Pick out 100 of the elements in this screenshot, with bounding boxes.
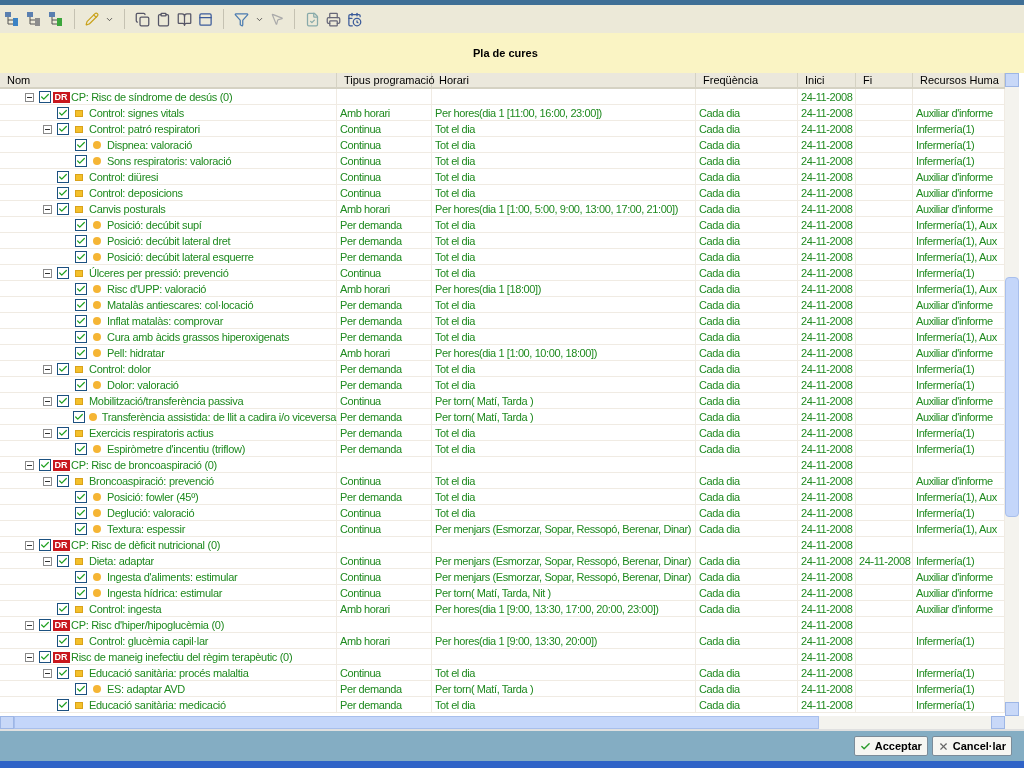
collapse-icon[interactable] <box>25 620 34 630</box>
checkbox[interactable] <box>39 619 51 631</box>
collapse-icon[interactable] <box>43 428 52 438</box>
checkbox[interactable] <box>75 571 87 583</box>
checkbox[interactable] <box>75 491 87 503</box>
tree-item-label[interactable]: ES: adaptar AVD <box>107 681 185 697</box>
collapse-icon[interactable] <box>43 124 52 134</box>
tree-item-label[interactable]: Transferència assistida: de llit a cadira i/o viceversa <box>101 409 336 425</box>
tree-item-label[interactable]: Educació sanitària: procés malaltia <box>89 665 249 681</box>
checkbox[interactable] <box>57 171 69 183</box>
checkbox[interactable] <box>57 667 69 679</box>
column-header[interactable]: Nom <box>0 73 337 88</box>
tree-item-label[interactable]: Posició: fowler (45º) <box>107 489 199 505</box>
accept-button[interactable]: Acceptar <box>853 736 928 756</box>
checkbox[interactable] <box>57 603 69 615</box>
filter-icon[interactable] <box>234 11 249 27</box>
collapse-icon[interactable] <box>25 92 34 102</box>
tree-item-label[interactable]: CP: Risc de síndrome de desús (0) <box>71 89 233 105</box>
checkbox[interactable] <box>75 587 87 599</box>
tree-item-label[interactable]: Textura: espessir <box>107 521 186 537</box>
tree-item-label[interactable]: Control: dolor <box>89 361 151 377</box>
collapse-icon[interactable] <box>43 668 52 678</box>
checkbox[interactable] <box>75 315 87 327</box>
checkbox[interactable] <box>57 427 69 439</box>
tree-item-label[interactable]: CP: Risc de broncoaspiració (0) <box>71 457 217 473</box>
vertical-scrollbar[interactable] <box>1005 73 1019 716</box>
collapse-icon[interactable] <box>43 476 52 486</box>
tree-icon[interactable] <box>26 11 42 27</box>
checkbox[interactable] <box>75 299 87 311</box>
checkbox[interactable] <box>57 107 69 119</box>
column-header[interactable]: Tipus programació <box>337 73 432 88</box>
tree-item-label[interactable]: Matalàs antiescares: col·locació <box>107 297 254 313</box>
checkbox[interactable] <box>75 139 87 151</box>
checkbox[interactable] <box>75 331 87 343</box>
cancel-button[interactable]: Cancel·lar <box>931 736 1012 756</box>
checkbox[interactable] <box>39 459 51 471</box>
checkbox[interactable] <box>75 283 87 295</box>
tree-item-label[interactable]: Inflat matalàs: comprovar <box>107 313 223 329</box>
checkbox[interactable] <box>75 155 87 167</box>
tree-item-label[interactable]: Sons respiratoris: valoració <box>107 153 232 169</box>
column-header[interactable]: Fi <box>856 73 913 88</box>
collapse-icon[interactable] <box>43 396 52 406</box>
tree-item-label[interactable]: Broncoaspiració: prevenció <box>89 473 214 489</box>
tree-item-label[interactable]: Espiròmetre d'incentiu (triflow) <box>107 441 245 457</box>
tree-item-label[interactable]: Posició: decúbit lateral esquerre <box>107 249 254 265</box>
checkbox[interactable] <box>57 475 69 487</box>
checkbox[interactable] <box>57 267 69 279</box>
checkbox[interactable] <box>57 123 69 135</box>
window-icon[interactable] <box>198 11 213 27</box>
checkbox[interactable] <box>39 651 51 663</box>
checkbox[interactable] <box>75 523 87 535</box>
collapse-icon[interactable] <box>43 204 52 214</box>
checkbox[interactable] <box>75 219 87 231</box>
checkbox[interactable] <box>75 507 87 519</box>
tree-item-label[interactable]: Risc de maneig inefectiu del règim terapèutic (0) <box>71 649 293 665</box>
tree-item-label[interactable]: Dolor: valoració <box>107 377 179 393</box>
collapse-icon[interactable] <box>43 556 52 566</box>
checkbox[interactable] <box>75 235 87 247</box>
tree-item-label[interactable]: Control: glucèmia capil·lar <box>89 633 209 649</box>
collapse-icon[interactable] <box>43 268 52 278</box>
tree-item-label[interactable]: Ingesta d'aliments: estimular <box>107 569 238 585</box>
tree-item-label[interactable]: Posició: decúbit supí <box>107 217 202 233</box>
tree-item-label[interactable]: CP: Risc de dèficit nutricional (0) <box>71 537 221 553</box>
tree-item-label[interactable]: Control: deposicions <box>89 185 183 201</box>
checkbox[interactable] <box>75 683 87 695</box>
checkbox[interactable] <box>57 203 69 215</box>
collapse-icon[interactable] <box>43 364 52 374</box>
checkbox[interactable] <box>39 91 51 103</box>
tree-item-label[interactable]: Control: diüresi <box>89 169 159 185</box>
checkbox[interactable] <box>75 379 87 391</box>
tree-item-label[interactable]: Pell: hidratar <box>107 345 165 361</box>
checkbox[interactable] <box>57 699 69 711</box>
calendar-icon[interactable] <box>347 11 362 27</box>
tree-icon[interactable] <box>48 11 64 27</box>
checkbox[interactable] <box>57 635 69 647</box>
tree-item-label[interactable]: Control: patró respiratori <box>89 121 200 137</box>
checkbox[interactable] <box>57 187 69 199</box>
tree-item-label[interactable]: Risc d'UPP: valoració <box>107 281 207 297</box>
checkbox[interactable] <box>57 395 69 407</box>
checkbox[interactable] <box>57 363 69 375</box>
checkbox[interactable] <box>75 347 87 359</box>
tree-item-label[interactable]: CP: Risc d'hiper/hipoglucèmia (0) <box>71 617 224 633</box>
tree-item-label[interactable]: Control: ingesta <box>89 601 162 617</box>
copy-icon[interactable] <box>135 11 150 27</box>
tree-item-label[interactable]: Dieta: adaptar <box>89 553 154 569</box>
printer-icon[interactable] <box>326 11 341 27</box>
tree-item-label[interactable]: Mobilització/transferència passiva <box>89 393 244 409</box>
checkbox[interactable] <box>57 555 69 567</box>
tree-icon[interactable] <box>4 11 20 27</box>
tree-item-label[interactable]: Exercicis respiratoris actius <box>89 425 214 441</box>
tree-item-label[interactable]: Dispnea: valoració <box>107 137 193 153</box>
tree-item-label[interactable]: Deglució: valoració <box>107 505 195 521</box>
collapse-icon[interactable] <box>25 652 34 662</box>
tree-item-label[interactable]: Canvis posturals <box>89 201 166 217</box>
tree-item-label[interactable]: Úlceres per pressió: prevenció <box>89 265 229 281</box>
tree-item-label[interactable]: Educació sanitària: medicació <box>89 697 226 713</box>
column-header[interactable]: Inici <box>798 73 856 88</box>
tree-item-label[interactable]: Control: signes vitals <box>89 105 184 121</box>
checkbox[interactable] <box>72 411 85 423</box>
checkbox[interactable] <box>75 251 87 263</box>
